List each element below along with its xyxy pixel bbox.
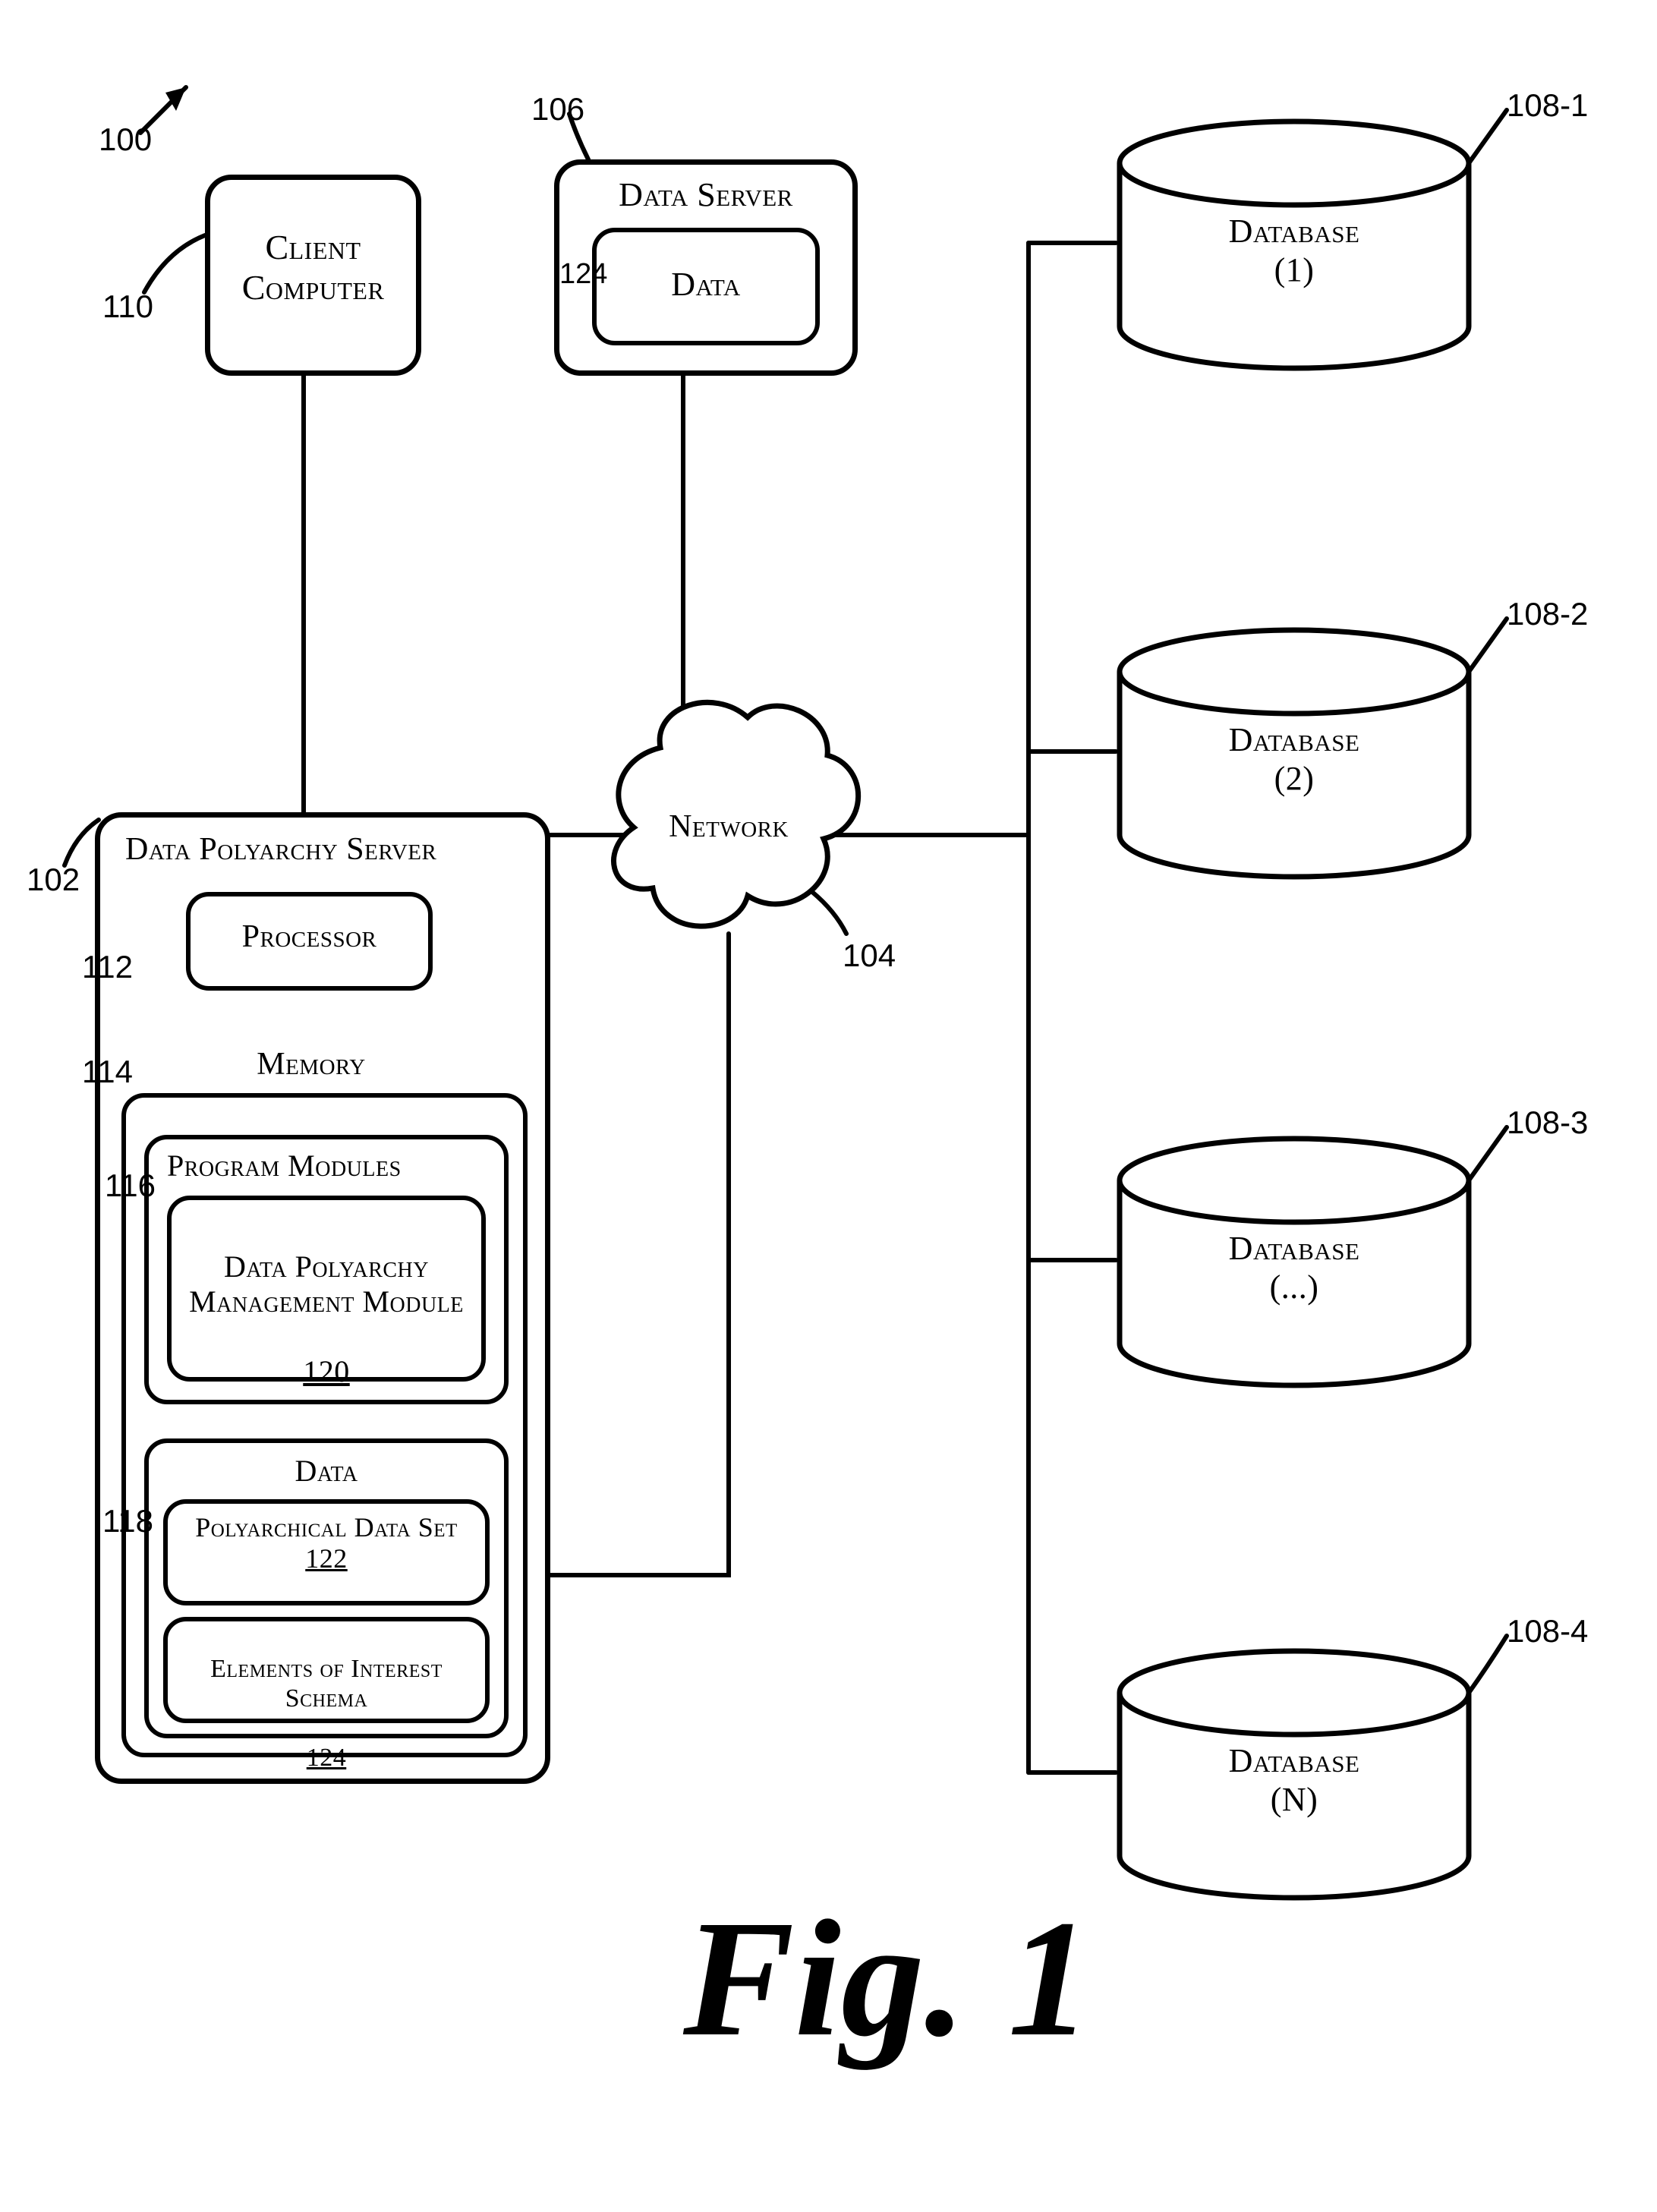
client-computer-label: Client Computer (205, 228, 421, 308)
database-3-label: Database (...) (1120, 1230, 1469, 1306)
data-server-ref: 106 (531, 91, 584, 128)
database-2-label: Database (2) (1120, 721, 1469, 798)
data-server-label: Data Server (554, 176, 858, 215)
management-module-label: Data Polyarchy Management Module 120 (167, 1215, 486, 1389)
memory-label: Memory (190, 1046, 433, 1082)
processor-ref: 112 (82, 949, 133, 985)
database-1-ref: 108-1 (1507, 87, 1588, 124)
database-4-label: Database (N) (1120, 1742, 1469, 1819)
data-server-data-label: Data (592, 266, 820, 304)
processor-label: Processor (186, 919, 433, 955)
data-section-ref: 118 (102, 1503, 153, 1539)
figure-ref-100: 100 (99, 121, 152, 158)
eoi-schema-label: Elements of Interest Schema 124 (163, 1624, 490, 1772)
database-2-ref: 108-2 (1507, 596, 1588, 632)
client-computer-ref: 110 (102, 288, 153, 325)
database-1-label: Database (1) (1120, 213, 1469, 289)
network-label: Network (622, 808, 835, 845)
network-ref: 104 (843, 937, 896, 974)
database-4-ref: 108-4 (1507, 1613, 1588, 1650)
memory-ref: 114 (82, 1054, 133, 1090)
program-modules-ref: 116 (105, 1167, 156, 1204)
data-section-label: Data (144, 1454, 509, 1489)
database-3-ref: 108-3 (1507, 1104, 1588, 1141)
polyarchy-server-ref: 102 (27, 862, 80, 898)
polyarchy-server-label: Data Polyarchy Server (110, 831, 550, 868)
polyarchical-data-set-label: Polyarchical Data Set 122 (163, 1512, 490, 1575)
program-modules-label: Program Modules (159, 1149, 501, 1183)
figure-caption: Fig. 1 (683, 1883, 1092, 2075)
